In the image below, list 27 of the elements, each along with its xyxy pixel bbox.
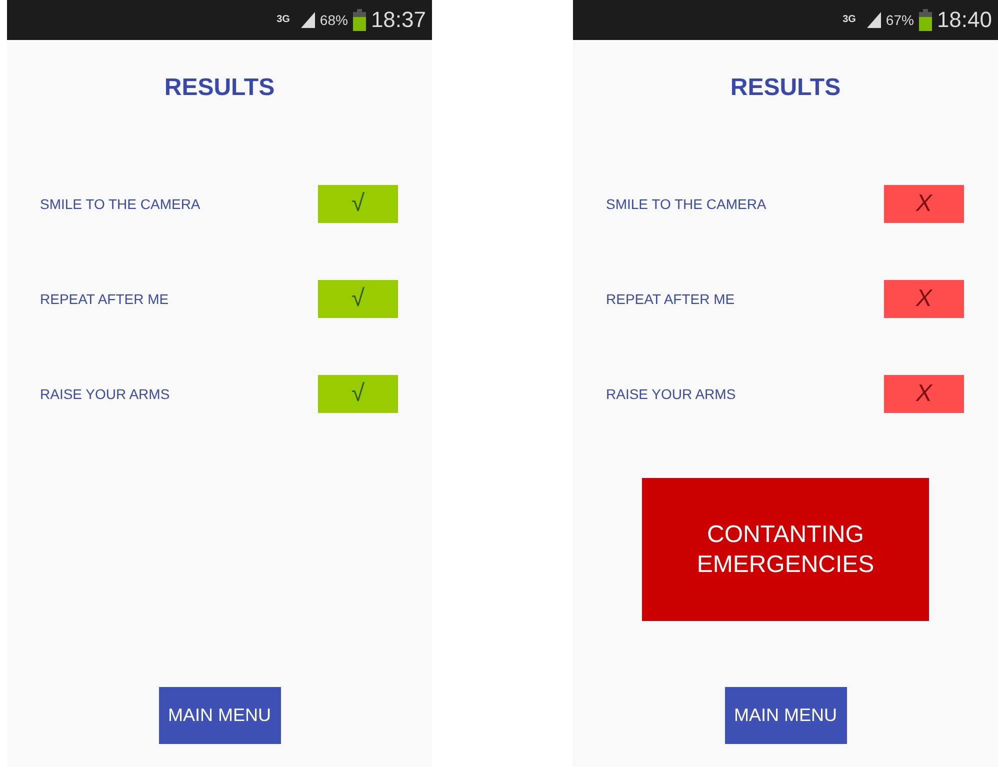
- task-label: SMILE TO THE CAMERA: [40, 194, 200, 214]
- task-label: REPEAT AFTER ME: [40, 290, 169, 308]
- battery-icon: [918, 9, 932, 31]
- battery-percent: 67%: [886, 13, 914, 27]
- battery-percent: 68%: [320, 13, 348, 27]
- pass-indicator: √: [318, 375, 398, 413]
- task-label: SMILE TO THE CAMERA: [606, 194, 766, 214]
- task-label: REPEAT AFTER ME: [606, 290, 735, 308]
- task-label: RAISE YOUR ARMS: [606, 384, 736, 404]
- signal-icon: [300, 12, 315, 28]
- pass-indicator: √: [318, 185, 398, 223]
- pass-indicator: √: [318, 280, 398, 318]
- screen-title: RESULTS: [164, 74, 275, 102]
- main-menu-button[interactable]: MAIN MENU: [724, 687, 846, 744]
- main-menu-button[interactable]: MAIN MENU: [158, 687, 280, 744]
- fail-indicator: X: [884, 185, 964, 223]
- task-label: RAISE YOUR ARMS: [40, 384, 170, 404]
- fail-indicator: X: [884, 280, 964, 318]
- fail-indicator: X: [884, 375, 964, 413]
- network-type: 3G: [842, 15, 856, 25]
- clock: 18:37: [370, 9, 426, 31]
- signal-icon: [866, 12, 881, 28]
- emergency-button[interactable]: CONTANTING EMERGENCIES: [642, 478, 929, 621]
- battery-icon: [352, 9, 366, 31]
- clock: 18:40: [936, 9, 992, 31]
- screen-title: RESULTS: [730, 74, 841, 102]
- network-type: 3G: [276, 15, 290, 25]
